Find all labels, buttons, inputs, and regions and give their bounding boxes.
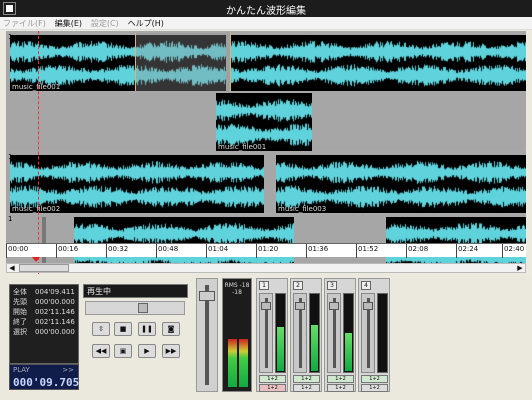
info-row: 先頭 000'00.000 <box>13 298 75 306</box>
scroll-right-icon[interactable]: ▶ <box>515 264 525 272</box>
seek-slider[interactable] <box>85 301 185 315</box>
route-button[interactable]: 1+2 <box>327 384 354 392</box>
scroll-thumb[interactable] <box>19 264 69 272</box>
channel-fader[interactable] <box>361 293 375 373</box>
route-button[interactable]: 1+2 <box>259 384 286 392</box>
play-button[interactable]: ▶ <box>138 344 156 358</box>
fader-knob[interactable] <box>295 302 305 310</box>
rewind-button[interactable]: ◀◀ <box>92 344 110 358</box>
ruler-tick: 00:16 <box>56 244 78 258</box>
clip[interactable]: music_file001 <box>216 93 312 151</box>
ruler-tick: 00:48 <box>156 244 178 258</box>
channel-number: 2 <box>293 281 303 290</box>
fader-knob[interactable] <box>363 302 373 310</box>
ruler-tick: 01:20 <box>256 244 278 258</box>
track-2[interactable]: music_file001 <box>6 93 526 151</box>
loop-button[interactable]: ▣ <box>114 344 132 358</box>
ruler-tick: 01:52 <box>356 244 378 258</box>
waveform <box>230 35 526 91</box>
ruler-tick: 00:32 <box>106 244 128 258</box>
fader-knob[interactable] <box>261 302 271 310</box>
channel-number: 3 <box>327 281 337 290</box>
selection-region[interactable] <box>135 33 231 91</box>
channel-fader[interactable] <box>327 293 341 373</box>
channel-strip-3: 3 1+2 1+2 <box>324 278 356 392</box>
route-button[interactable]: 1+2 <box>293 375 320 383</box>
playhead-marker[interactable] <box>32 257 40 262</box>
waveform-editor[interactable]: 1 music_file001 music_file001 1 music_fi… <box>6 31 526 275</box>
play-label: PLAY <box>13 366 30 374</box>
ruler-tick: 02:08 <box>406 244 428 258</box>
rms-label: RMS -18 -18 <box>224 282 250 296</box>
channel-meter <box>343 293 354 373</box>
track-number: 1 <box>8 215 13 223</box>
time-info-panel: 全体 004'09.411 先頭 000'00.000 開始 002'11.146 終… <box>9 284 79 364</box>
ruler-tick: 01:36 <box>306 244 328 258</box>
volume-adjust-icon[interactable]: ⇳ <box>92 322 110 336</box>
info-row: 選択 000'00.000 <box>13 328 75 336</box>
level-left <box>228 339 237 387</box>
info-row: 開始 002'11.146 <box>13 308 75 316</box>
menu-help[interactable]: ヘルプ(H) <box>125 17 167 30</box>
channel-number: 4 <box>361 281 371 290</box>
fader-knob[interactable] <box>199 291 215 301</box>
menu-settings[interactable]: 設定(C) <box>88 17 122 30</box>
control-panel: 全体 004'09.411 先頭 000'00.000 開始 002'11.146 終… <box>0 274 532 400</box>
channel-number: 1 <box>259 281 269 290</box>
route-button[interactable]: 1+2 <box>293 384 320 392</box>
horizontal-scrollbar[interactable]: ◀ ▶ <box>6 263 526 273</box>
stop-button[interactable]: ■ <box>114 322 132 336</box>
seek-knob[interactable] <box>138 303 148 313</box>
channel-meter <box>309 293 320 373</box>
ruler-tick: 02:24 <box>456 244 478 258</box>
master-fader[interactable] <box>196 278 218 392</box>
play-time: 000'09.705 <box>13 376 80 389</box>
fader-knob[interactable] <box>329 302 339 310</box>
clip-name: music_file001 <box>218 143 267 151</box>
clip[interactable]: music_file003 <box>276 155 526 213</box>
forward-button[interactable]: ▶▶ <box>162 344 180 358</box>
play-arrow: >> <box>62 366 74 374</box>
channel-strip-2: 2 1+2 1+2 <box>290 278 322 392</box>
ruler-tick: 00:00 <box>6 244 28 258</box>
channel-fader[interactable] <box>293 293 307 373</box>
ruler-tick: 02:40 <box>502 244 524 258</box>
channel-strip-1: 1 1+2 1+2 <box>256 278 288 392</box>
time-ruler[interactable]: 00:00 00:16 00:32 00:48 01:04 01:20 01:3… <box>6 243 526 258</box>
playback-status: 再生中 <box>83 284 188 298</box>
channel-strip-4: 4 1+2 1+2 <box>358 278 390 392</box>
level-right <box>239 339 248 387</box>
clip-name: music_file002 <box>12 205 61 213</box>
route-button[interactable]: 1+2 <box>327 375 354 383</box>
clip-name: music_file003 <box>278 205 327 213</box>
playhead[interactable] <box>38 31 39 275</box>
track-1[interactable]: 1 music_file001 <box>6 33 526 91</box>
route-button[interactable]: 1+2 <box>259 375 286 383</box>
channel-meter <box>377 293 388 373</box>
ruler-tick: 01:04 <box>206 244 228 258</box>
info-row: 全体 004'09.411 <box>13 288 75 296</box>
pause-button[interactable]: ❚❚ <box>138 322 156 336</box>
channel-meter <box>275 293 286 373</box>
record-button[interactable]: ◙ <box>162 322 180 336</box>
menu-edit[interactable]: 編集(E) <box>52 17 85 30</box>
menu-file[interactable]: ファイル(F) <box>0 17 49 30</box>
route-button[interactable]: 1+2 <box>361 375 388 383</box>
menu-bar: ファイル(F) 編集(E) 設定(C) ヘルプ(H) <box>0 17 532 30</box>
title-bar: かんたん波形編集 <box>0 0 532 17</box>
clip-name: music_file001 <box>12 83 61 91</box>
channel-fader[interactable] <box>259 293 273 373</box>
info-row: 終了 002'11.146 <box>13 318 75 326</box>
master-level-meter: RMS -18 -18 <box>222 278 252 392</box>
clip[interactable] <box>230 35 526 91</box>
track-3[interactable]: 1 music_file002 music_file003 <box>6 153 526 213</box>
route-button[interactable]: 1+2 <box>361 384 388 392</box>
play-time-display: PLAY >> 000'09.705 <box>9 364 79 390</box>
clip[interactable]: music_file002 <box>10 155 264 213</box>
scroll-left-icon[interactable]: ◀ <box>7 264 17 272</box>
window-title: かんたん波形編集 <box>226 6 306 17</box>
